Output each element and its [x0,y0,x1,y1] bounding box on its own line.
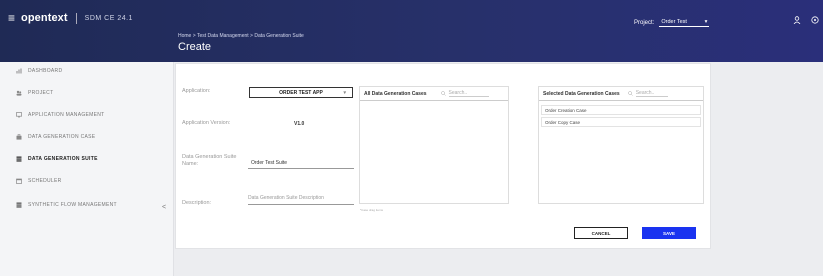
project-label: Project: [634,19,655,26]
all-cases-header: All Data Generation Cases Search.. [360,87,508,101]
menu-icon[interactable]: ≡ [8,12,15,24]
sidebar-item-label: APPLICATION MANAGEMENT [28,112,105,118]
divider [75,12,77,24]
all-cases-title: All Data Generation Cases [364,90,427,97]
search-icon [627,91,633,96]
chevron-down-icon: ▾ [343,90,346,96]
application-value: ORDER TEST APP [279,89,323,96]
application-dropdown[interactable]: ORDER TEST APP ▾ [249,87,353,98]
sidebar-item-label: DASHBOARD [28,68,63,74]
sidebar-item-data-generation-suite[interactable]: DATA GENERATION SUITE [16,156,98,162]
search-icon [440,91,446,96]
sidebar-item-dashboard[interactable]: DASHBOARD [16,68,62,74]
selected-cases-search[interactable]: Search.. [627,90,668,97]
selected-cases-header: Selected Data Generation Cases Search.. [539,87,703,101]
breadcrumb[interactable]: Home > Test Data Management > Data Gener… [178,33,304,39]
logo: opentext [21,12,68,24]
selected-cases-title: Selected Data Generation Cases [543,90,620,97]
all-cases-search[interactable]: Search.. [440,90,489,97]
description-input[interactable]: Data Generation Suite Description [248,195,324,201]
page-title: Create [178,41,212,53]
project-value: Order Test [661,19,687,25]
sidebar-item-application-management[interactable]: APPLICATION MANAGEMENT [16,112,105,118]
all-cases-search-input[interactable]: Search.. [448,90,489,97]
sidebar-item-label: PROJECT [28,90,54,96]
version-label: Application Version: [182,120,231,126]
sidebar-item-synthetic-flow-management[interactable]: SYNTHETIC FLOW MANAGEMENT [16,202,117,208]
sidebar-item-label: SCHEDULER [28,178,62,184]
selected-cases-search-input[interactable]: Search.. [635,90,668,97]
create-suite-form: Application: ORDER TEST APP ▾ Applicatio… [175,63,711,249]
collapse-sidebar-icon[interactable]: < [162,204,166,211]
sidebar: DASHBOARD PROJECT APPLICATION MANAGEMENT… [0,62,174,276]
selected-cases-panel: Selected Data Generation Cases Search.. … [538,86,704,204]
description-underline [248,204,354,205]
top-bar: ≡ opentext SDM CE 24.1 Home > Test Data … [0,0,823,62]
chevron-down-icon: ▾ [704,19,708,25]
all-cases-panel: All Data Generation Cases Search.. [359,86,509,204]
drag-help-text: *Case drag items [360,208,384,212]
case-icon [16,134,22,140]
project-icon [16,90,22,96]
project-selector: Project: Order Test ▾ [634,18,710,27]
suite-icon [16,156,22,162]
sidebar-item-label: SYNTHETIC FLOW MANAGEMENT [28,202,117,208]
list-item[interactable]: Order Creation Case [541,105,701,115]
sidebar-item-project[interactable]: PROJECT [16,90,53,96]
version-value: V1.0 [294,121,305,127]
sidebar-item-data-generation-case[interactable]: DATA GENERATION CASE [16,134,95,140]
description-label: Description: [182,200,212,206]
calendar-icon [16,178,22,184]
user-icon[interactable] [793,16,801,26]
application-label: Application: [182,88,211,94]
cancel-button[interactable]: CANCEL [574,227,628,239]
topbar-icons [793,16,819,26]
save-button[interactable]: SAVE [642,227,696,239]
product-name: SDM CE 24.1 [84,14,133,22]
sidebar-item-scheduler[interactable]: SCHEDULER [16,178,62,184]
flow-icon [16,202,22,208]
suite-name-input[interactable]: Order Test Suite [251,160,287,166]
suite-name-underline [248,168,354,169]
dashboard-icon [16,68,22,74]
project-dropdown[interactable]: Order Test ▾ [659,18,710,27]
brand-area: ≡ opentext SDM CE 24.1 [8,12,133,24]
list-item[interactable]: Order Copy Case [541,117,701,127]
sidebar-item-label: DATA GENERATION CASE [28,134,96,140]
monitor-icon [16,112,22,118]
suite-name-label: Data Generation Suite Name: [182,154,237,167]
help-icon[interactable] [811,16,819,26]
sidebar-item-label: DATA GENERATION SUITE [28,156,98,162]
